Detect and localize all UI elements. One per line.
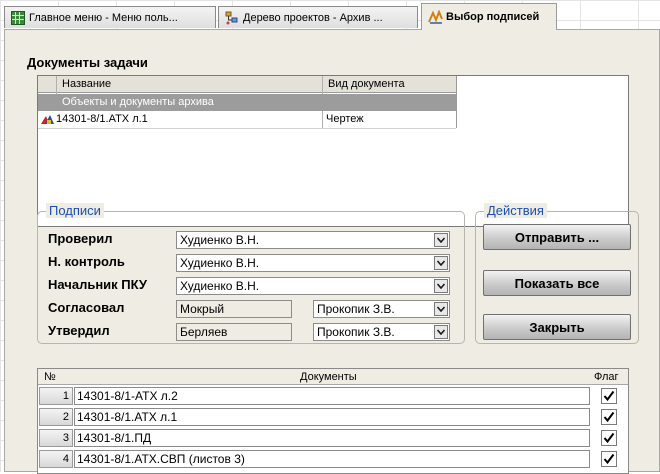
column-header-number: № bbox=[44, 371, 56, 383]
label-checked-by: Проверил bbox=[48, 231, 113, 246]
combo-value: Худиенко В.Н. bbox=[180, 256, 260, 270]
combo-value: Прокопик З.В. bbox=[317, 325, 395, 339]
label-agreed: Согласовал bbox=[48, 300, 125, 315]
tab-label: Дерево проектов - Архив ... bbox=[243, 11, 383, 24]
chevron-down-icon[interactable] bbox=[434, 279, 448, 293]
flag-checkbox[interactable] bbox=[601, 388, 617, 404]
section-title: Документы задачи bbox=[27, 55, 148, 70]
actions-group: Действия Отправить ... Показать все Закр… bbox=[475, 203, 639, 344]
agreed-combo[interactable]: Прокопик З.В. bbox=[313, 300, 450, 318]
label-pku-head: Начальник ПКУ bbox=[48, 277, 147, 292]
column-header-type[interactable]: Вид документа bbox=[328, 76, 405, 92]
divider bbox=[456, 76, 457, 128]
chevron-down-icon[interactable] bbox=[434, 233, 448, 247]
checkmark-icon bbox=[603, 390, 615, 402]
signature-select-icon bbox=[428, 9, 443, 24]
document-name-field[interactable]: 14301-8/1.ПД bbox=[74, 429, 590, 447]
tab-signature-select[interactable]: Выбор подписей bbox=[421, 3, 557, 30]
table-row[interactable]: 14301-8/1.АТХ л.1 Чертеж bbox=[38, 111, 456, 128]
group-title: Подписи bbox=[46, 203, 104, 218]
table-row[interactable]: Объекты и документы архива bbox=[38, 94, 456, 111]
signature-panel: Документы задачи Название Вид документа … bbox=[4, 29, 660, 474]
checkmark-icon bbox=[603, 432, 615, 444]
column-header-documents: Документы bbox=[300, 371, 357, 383]
drawing-doc-icon bbox=[40, 113, 56, 129]
list-header: № Документы Флаг bbox=[38, 369, 628, 385]
column-header-flag: Флаг bbox=[594, 371, 619, 383]
signatures-group: Подписи Проверил Худиенко В.Н. Н. контро… bbox=[37, 203, 465, 344]
flag-checkbox[interactable] bbox=[601, 451, 617, 467]
document-name-field[interactable]: 14301-8/1.АТХ л.1 bbox=[74, 408, 590, 426]
send-button[interactable]: Отправить ... bbox=[483, 224, 631, 250]
label-approved: Утвердил bbox=[48, 323, 110, 338]
agreed-name-field[interactable]: Мокрый bbox=[176, 300, 292, 318]
approved-name-field[interactable]: Берляев bbox=[176, 323, 292, 341]
checked-by-combo[interactable]: Худиенко В.Н. bbox=[176, 231, 450, 249]
combo-value: Худиенко В.Н. bbox=[180, 279, 260, 293]
tab-label: Главное меню - Меню поль... bbox=[29, 11, 178, 24]
combo-value: Прокопик З.В. bbox=[317, 302, 395, 316]
document-name-field[interactable]: 14301-8/1-АТХ л.2 bbox=[74, 387, 590, 405]
tab-label: Выбор подписей bbox=[446, 11, 540, 23]
chevron-down-icon[interactable] bbox=[434, 256, 448, 270]
cell-type: Чертеж bbox=[326, 113, 364, 125]
checkmark-icon bbox=[603, 453, 615, 465]
pku-head-combo[interactable]: Худиенко В.Н. bbox=[176, 277, 450, 295]
approved-combo[interactable]: Прокопик З.В. bbox=[313, 323, 450, 341]
tab-project-tree[interactable]: Дерево проектов - Архив ... bbox=[218, 6, 418, 28]
row-number: 4 bbox=[39, 450, 73, 468]
close-button[interactable]: Закрыть bbox=[483, 314, 631, 340]
flag-checkbox[interactable] bbox=[601, 409, 617, 425]
cell-name: Объекты и документы архива bbox=[62, 96, 214, 108]
divider bbox=[38, 128, 456, 129]
row-number: 2 bbox=[39, 408, 73, 426]
document-flag-list[interactable]: № Документы Флаг 1 14301-8/1-АТХ л.2 2 1… bbox=[37, 368, 629, 474]
document-name-field[interactable]: 14301-8/1.АТХ.СВП (листов 3) bbox=[74, 450, 590, 468]
checkmark-icon bbox=[603, 411, 615, 423]
row-number: 1 bbox=[39, 387, 73, 405]
tab-main-menu[interactable]: Главное меню - Меню поль... bbox=[4, 6, 216, 28]
show-all-button[interactable]: Показать все bbox=[483, 270, 631, 296]
cell-name: 14301-8/1.АТХ л.1 bbox=[56, 113, 148, 125]
grid-menu-icon bbox=[11, 10, 25, 25]
tab-bar: Главное меню - Меню поль... Дерево проек… bbox=[0, 0, 660, 30]
flag-checkbox[interactable] bbox=[601, 430, 617, 446]
column-header-name[interactable]: Название bbox=[62, 76, 111, 92]
table-header: Название Вид документа bbox=[38, 76, 456, 93]
row-number: 3 bbox=[39, 429, 73, 447]
label-norm-control: Н. контроль bbox=[48, 254, 125, 269]
group-title: Действия bbox=[484, 203, 547, 218]
project-tree-icon bbox=[225, 11, 239, 25]
chevron-down-icon[interactable] bbox=[434, 302, 448, 316]
combo-value: Худиенко В.Н. bbox=[180, 233, 260, 247]
chevron-down-icon[interactable] bbox=[434, 325, 448, 339]
norm-control-combo[interactable]: Худиенко В.Н. bbox=[176, 254, 450, 272]
